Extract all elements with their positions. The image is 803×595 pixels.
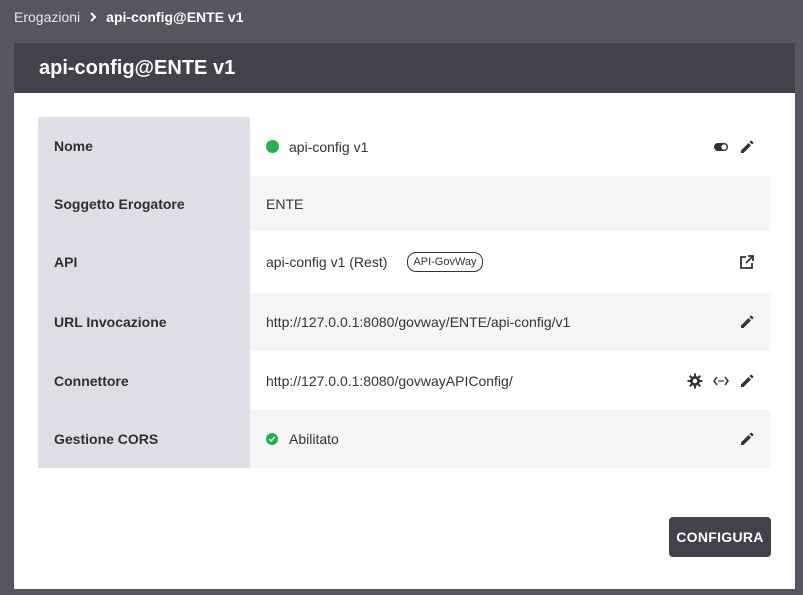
- code-arrows-icon[interactable]: [713, 373, 729, 389]
- row-api: API api-config v1 (Rest) API-GovWay: [38, 231, 771, 293]
- panel-header: api-config@ENTE v1: [14, 43, 795, 93]
- row-actions: [687, 351, 755, 410]
- row-value: api-config v1: [250, 117, 771, 176]
- row-value: api-config v1 (Rest) API-GovWay: [250, 231, 771, 293]
- row-connettore: Connettore http://127.0.0.1:8080/govwayA…: [38, 351, 771, 410]
- row-value: http://127.0.0.1:8080/govwayAPIConfig/: [250, 351, 771, 410]
- row-label: Gestione CORS: [38, 410, 250, 468]
- row-actions: [713, 117, 755, 176]
- row-actions: [739, 410, 755, 468]
- row-label: API: [38, 231, 250, 293]
- row-url-invocazione: URL Invocazione http://127.0.0.1:8080/go…: [38, 293, 771, 351]
- row-label: Connettore: [38, 351, 250, 410]
- breadcrumb-link-erogazioni[interactable]: Erogazioni: [14, 9, 80, 25]
- pencil-icon[interactable]: [739, 314, 755, 330]
- pencil-icon[interactable]: [739, 431, 755, 447]
- soggetto-value: ENTE: [266, 195, 304, 212]
- connettore-value: http://127.0.0.1:8080/govwayAPIConfig/: [266, 372, 513, 389]
- row-label: URL Invocazione: [38, 293, 250, 351]
- row-value: http://127.0.0.1:8080/govway/ENTE/api-co…: [250, 293, 771, 351]
- row-label: Nome: [38, 117, 250, 176]
- row-actions: [739, 231, 755, 293]
- pencil-icon[interactable]: [739, 139, 755, 155]
- gear-icon[interactable]: [687, 373, 703, 389]
- url-value: http://127.0.0.1:8080/govway/ENTE/api-co…: [266, 314, 571, 330]
- chevron-right-icon: [89, 12, 97, 22]
- row-soggetto-erogatore: Soggetto Erogatore ENTE: [38, 176, 771, 231]
- external-link-icon[interactable]: [739, 254, 755, 270]
- row-nome: Nome api-config v1: [38, 117, 771, 176]
- detail-panel: api-config@ENTE v1 Nome api-config v1 So…: [14, 43, 795, 589]
- toggle-icon[interactable]: [713, 139, 729, 155]
- cors-value: Abilitato: [289, 431, 339, 447]
- status-dot-icon: [266, 140, 279, 153]
- page-title: api-config@ENTE v1: [39, 56, 236, 79]
- api-value: api-config v1 (Rest): [266, 254, 388, 270]
- row-label: Soggetto Erogatore: [38, 176, 250, 231]
- nome-value: api-config v1: [289, 138, 369, 155]
- row-gestione-cors: Gestione CORS Abilitato: [38, 410, 771, 468]
- breadcrumb: Erogazioni api-config@ENTE v1: [14, 8, 244, 26]
- row-value: ENTE: [250, 176, 771, 231]
- api-tag-badge: API-GovWay: [407, 252, 483, 272]
- row-value: Abilitato: [250, 410, 771, 468]
- pencil-icon[interactable]: [739, 373, 755, 389]
- row-actions: [739, 293, 755, 351]
- configura-button[interactable]: CONFIGURA: [669, 517, 771, 557]
- check-circle-icon: [266, 433, 278, 445]
- breadcrumb-current: api-config@ENTE v1: [106, 9, 244, 25]
- detail-table: Nome api-config v1 Soggetto Erogatore EN…: [38, 117, 771, 468]
